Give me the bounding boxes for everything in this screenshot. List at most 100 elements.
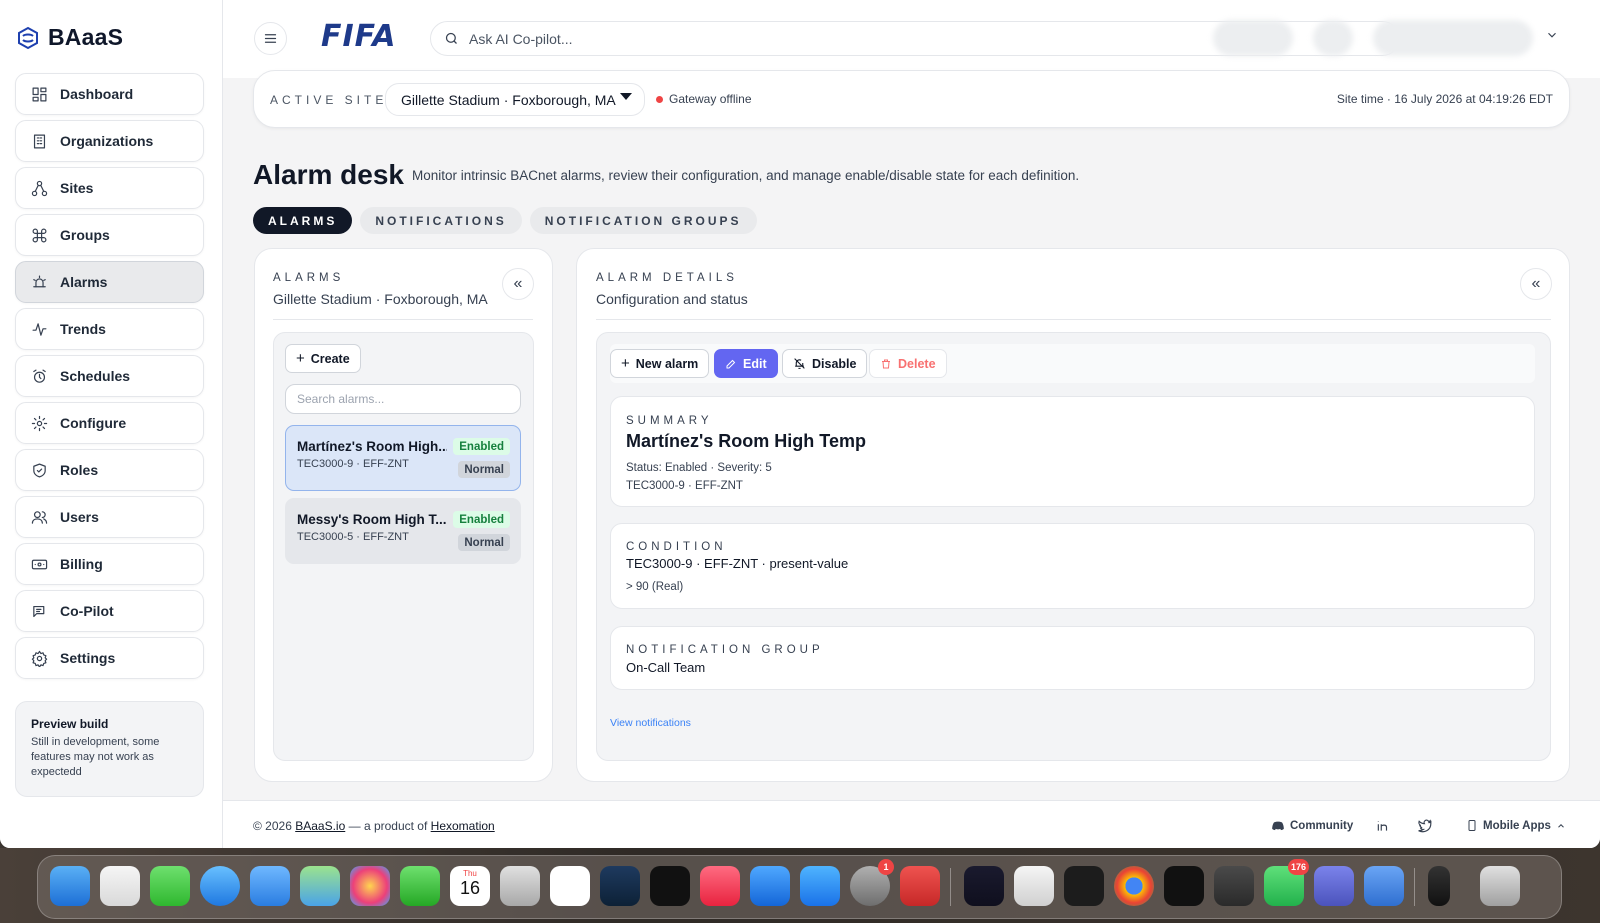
chevron-down-icon[interactable]: [1545, 28, 1559, 42]
footer-copyright: © 2026 BAaaS.io — a product of Hexomatio…: [253, 819, 495, 833]
calendar-day: 16: [459, 878, 481, 898]
account-menu[interactable]: [1373, 20, 1533, 56]
teams-icon[interactable]: [1314, 866, 1354, 906]
photos-icon[interactable]: [350, 866, 390, 906]
finder-icon[interactable]: [50, 866, 90, 906]
sidebar-item-label: Sites: [60, 180, 94, 196]
notification-group-label: NOTIFICATION GROUP: [626, 644, 824, 656]
mobile-apps-link[interactable]: Mobile Apps: [1466, 819, 1566, 832]
freeform-icon[interactable]: [600, 866, 640, 906]
collapse-details-button[interactable]: «: [1520, 268, 1552, 300]
sidebar-item-label: Configure: [60, 415, 127, 431]
edit-button[interactable]: Edit: [714, 349, 778, 378]
sidebar-item-dashboard[interactable]: Dashboard: [15, 73, 204, 115]
keynote-icon[interactable]: [750, 866, 790, 906]
facetime-icon[interactable]: [400, 866, 440, 906]
sites-icon: [31, 180, 48, 196]
blurred-icon-button[interactable]: [1313, 20, 1353, 56]
copyright-middle: — a product of: [348, 819, 428, 833]
sidebar-item-sites[interactable]: Sites: [15, 167, 204, 209]
xcode-tools-icon[interactable]: [1014, 866, 1054, 906]
sidebar-item-label: Settings: [60, 650, 116, 666]
tab-alarms[interactable]: ALARMS: [253, 207, 353, 234]
sidebar-item-co-pilot[interactable]: Co-Pilot: [15, 590, 204, 632]
alarm-details-panel: ALARM DETAILS Configuration and status «…: [576, 248, 1570, 782]
terminal-icon[interactable]: [1064, 866, 1104, 906]
tab-bar: ALARMS NOTIFICATIONS NOTIFICATION GROUPS: [253, 207, 757, 234]
reminders-icon[interactable]: [550, 866, 590, 906]
system-settings-icon[interactable]: 1: [850, 859, 894, 906]
tab-notifications[interactable]: NOTIFICATIONS: [360, 207, 522, 234]
sidebar-item-organizations[interactable]: Organizations: [15, 120, 204, 162]
preview-build-notice: Preview build Still in development, some…: [15, 701, 204, 797]
calendar-icon[interactable]: Thu 16: [450, 866, 490, 906]
dock-separator: [1414, 868, 1415, 906]
collapse-alarms-button[interactable]: «: [502, 268, 534, 300]
blurred-button[interactable]: [1213, 20, 1293, 56]
safari-icon[interactable]: [200, 866, 240, 906]
sidebar-item-alarms[interactable]: Alarms: [15, 261, 204, 303]
sidebar-item-schedules[interactable]: Schedules: [15, 355, 204, 397]
footer: © 2026 BAaaS.io — a product of Hexomatio…: [223, 800, 1600, 848]
trash-bin-icon[interactable]: [1480, 866, 1520, 906]
search-input[interactable]: [469, 30, 1169, 47]
delete-button[interactable]: Delete: [869, 349, 947, 378]
hexomation-link[interactable]: Hexomation: [431, 819, 495, 833]
sidebar-nav: Dashboard Organizations Sites Groups Ala…: [15, 73, 204, 684]
org-logo[interactable]: FIFA: [321, 19, 397, 54]
mail-icon[interactable]: [250, 866, 290, 906]
sidebar-item-settings[interactable]: Settings: [15, 637, 204, 679]
sidebar-item-billing[interactable]: Billing: [15, 543, 204, 585]
sidebar-item-configure[interactable]: Configure: [15, 402, 204, 444]
alarm-search-input[interactable]: [285, 384, 521, 414]
openai-icon[interactable]: [1164, 866, 1204, 906]
toolbox-icon[interactable]: [900, 866, 940, 906]
view-notifications-link[interactable]: View notifications: [610, 717, 691, 729]
new-alarm-button[interactable]: + New alarm: [610, 349, 710, 378]
community-link[interactable]: Community: [1271, 819, 1353, 833]
sidebar-item-roles[interactable]: Roles: [15, 449, 204, 491]
contacts-icon[interactable]: [500, 866, 540, 906]
alarm-list-item[interactable]: Messy's Room High T... TEC3000-5 · EFF-Z…: [285, 498, 521, 564]
dock: Thu 16 1 176: [37, 855, 1562, 919]
alarm-device: TEC3000-9 · EFF-ZNT: [297, 458, 409, 470]
status-dot-icon: [656, 95, 663, 103]
alarm-details-label: ALARM DETAILS: [596, 272, 738, 284]
mobile-apps-label: Mobile Apps: [1483, 819, 1551, 832]
notification-group-value: On-Call Team: [626, 660, 706, 675]
alarm-list-item[interactable]: Martínez's Room High... TEC3000-9 · EFF-…: [285, 425, 521, 491]
maps-icon[interactable]: [300, 866, 340, 906]
disable-button[interactable]: Disable: [782, 349, 868, 378]
chrome-icon[interactable]: [1114, 866, 1154, 906]
screen-sharing-icon[interactable]: [1364, 866, 1404, 906]
music-icon[interactable]: [700, 866, 740, 906]
menu-toggle-button[interactable]: [254, 22, 287, 55]
apple-tv-icon[interactable]: [650, 866, 690, 906]
launchpad-icon[interactable]: [100, 866, 140, 906]
disable-label: Disable: [812, 356, 857, 371]
arc-icon[interactable]: [964, 866, 1004, 906]
messages-icon[interactable]: [150, 866, 190, 906]
downloads-stack-icon[interactable]: [1428, 866, 1450, 906]
brand-name: BAaaS: [48, 24, 124, 50]
state-badge: Normal: [458, 461, 510, 478]
sublime-text-icon[interactable]: [1214, 866, 1254, 906]
sidebar-item-trends[interactable]: Trends: [15, 308, 204, 350]
billing-icon: [31, 559, 48, 569]
tab-notification-groups[interactable]: NOTIFICATION GROUPS: [529, 207, 757, 234]
page-description: Monitor intrinsic BACnet alarms, review …: [412, 168, 1080, 183]
status-badge: Enabled: [453, 511, 510, 528]
app-store-icon[interactable]: [800, 866, 840, 906]
create-alarm-button[interactable]: + Create: [285, 344, 361, 373]
sidebar-item-users[interactable]: Users: [15, 496, 204, 538]
brand[interactable]: BAaaS: [16, 24, 123, 51]
site-select[interactable]: Gillette Stadium · Foxborough, MA: [385, 83, 645, 116]
linkedin-icon[interactable]: [1376, 819, 1390, 833]
baas-link[interactable]: BAaaS.io: [295, 819, 345, 833]
trend-icon: [32, 322, 47, 336]
community-label: Community: [1290, 820, 1354, 832]
alarm-status-line: Status: Enabled · Severity: 5: [626, 462, 772, 474]
whatsapp-icon[interactable]: 176: [1264, 859, 1310, 906]
sidebar-item-groups[interactable]: Groups: [15, 214, 204, 256]
twitter-icon[interactable]: [1418, 819, 1432, 833]
